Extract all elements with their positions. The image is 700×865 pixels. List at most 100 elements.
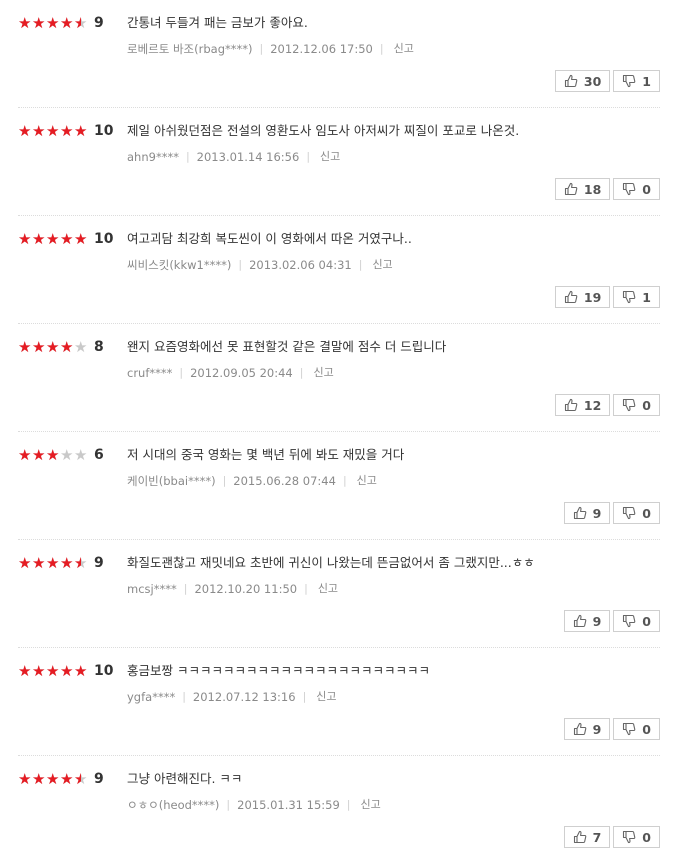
report-link[interactable]: 신고 (318, 581, 338, 597)
dislike-button[interactable]: 0 (613, 394, 660, 416)
like-button[interactable]: 18 (554, 178, 611, 200)
review-author[interactable]: 케이빈(bbai****) (127, 473, 216, 489)
vote-buttons: 18 0 (554, 178, 660, 200)
star-icon: ★★ (32, 771, 46, 787)
star-rating: ★★★★★★★★★★ (18, 15, 92, 31)
star-icon: ★★ (74, 123, 88, 139)
report-link[interactable]: 신고 (313, 365, 333, 381)
review-meta: cruf**** | 2012.09.05 20:44 | 신고 (127, 365, 334, 381)
star-icon: ★★ (60, 231, 74, 247)
star-icon: ★★ (74, 555, 88, 571)
star-icon: ★★ (18, 15, 32, 31)
review-score: 9 (94, 15, 104, 31)
review-item: ★ ★ ★ ★ ★ ★ ★ ★ ★ ★ 9 그냥 아련해진다. ㅋㅋ ㅇㅎㅇ(heod****) … (18, 756, 660, 864)
star-icon: ★★ (60, 339, 74, 355)
star-icon: ★★ (60, 123, 74, 139)
star-rating: ★★★★★★★★★★ (18, 555, 92, 571)
like-count: 9 (592, 505, 602, 521)
thumbs-up-icon (573, 614, 586, 628)
star-icon: ★★ (46, 339, 60, 355)
dislike-count: 0 (642, 721, 651, 737)
review-date: 2012.12.06 17:50 (270, 42, 373, 56)
star-icon: ★★ (60, 555, 74, 571)
vote-buttons: 30 1 (554, 70, 660, 92)
like-count: 9 (592, 613, 602, 629)
separator: | (182, 690, 186, 703)
dislike-button[interactable]: 0 (613, 610, 660, 632)
star-rating: ★★★★★★★★★★ (18, 771, 92, 787)
review-author[interactable]: ㅇㅎㅇ(heod****) (127, 797, 219, 813)
like-button[interactable]: 19 (554, 286, 611, 308)
separator: | (226, 798, 231, 811)
report-link[interactable]: 신고 (394, 41, 414, 57)
like-count: 18 (583, 181, 602, 197)
review-meta: ygfa**** | 2012.07.12 13:16 | 신고 (127, 689, 337, 705)
star-icon: ★★ (60, 771, 74, 787)
review-author[interactable]: 씨비스킷(kkw1****) (127, 257, 231, 273)
dislike-count: 1 (642, 73, 651, 89)
review-score: 6 (94, 447, 104, 463)
review-item: ★ ★ ★ ★ ★ ★ ★ ★ ★ ★ 10 여고괴담 최강희 복도씬이 이 영화에서 따온 거였… (18, 216, 660, 324)
dislike-button[interactable]: 0 (613, 718, 660, 740)
review-comment: 그냥 아련해진다. ㅋㅋ (127, 771, 243, 786)
dislike-count: 0 (642, 505, 651, 521)
report-link[interactable]: 신고 (316, 689, 336, 705)
separator: | (302, 690, 307, 703)
separator: | (346, 798, 351, 811)
star-icon: ★★ (18, 339, 32, 355)
report-link[interactable]: 신고 (357, 473, 377, 489)
star-icon: ★★ (60, 663, 74, 679)
like-count: 30 (583, 73, 602, 89)
review-item: ★ ★ ★ ★ ★ ★ ★ ★ ★ ★ 9 화질도괜찮고 재밋네요 초반에 귀신이 나왔는데 뜬금… (18, 540, 660, 648)
separator: | (306, 150, 311, 163)
vote-buttons: 7 0 (563, 826, 660, 848)
review-meta: 씨비스킷(kkw1****) | 2013.02.06 04:31 | 신고 (127, 257, 393, 273)
thumbs-up-icon (564, 290, 578, 304)
like-button[interactable]: 7 (563, 826, 611, 848)
star-icon: ★★ (60, 15, 74, 31)
review-author[interactable]: 로베르토 바조(rbag****) (127, 41, 252, 57)
star-rating: ★★★★★★★★★★ (18, 663, 92, 679)
dislike-button[interactable]: 0 (613, 502, 660, 524)
review-author[interactable]: ahn9**** (127, 149, 179, 165)
like-button[interactable]: 9 (563, 502, 611, 524)
like-button[interactable]: 30 (554, 70, 611, 92)
vote-buttons: 9 0 (563, 610, 660, 632)
review-date: 2015.01.31 15:59 (237, 798, 340, 812)
thumbs-down-icon (623, 182, 636, 196)
star-icon: ★★ (32, 555, 46, 571)
separator: | (238, 258, 243, 271)
review-date: 2012.09.05 20:44 (190, 366, 293, 380)
review-comment: 간통녀 두들겨 패는 금보가 좋아요. (127, 15, 308, 30)
like-button[interactable]: 9 (563, 718, 611, 740)
star-icon: ★★ (46, 555, 60, 571)
thumbs-down-icon (623, 506, 636, 520)
like-button[interactable]: 9 (563, 610, 611, 632)
dislike-button[interactable]: 1 (613, 70, 660, 92)
like-button[interactable]: 12 (554, 394, 611, 416)
star-icon: ★★ (74, 663, 88, 679)
star-icon: ★★ (32, 339, 46, 355)
review-author[interactable]: cruf**** (127, 365, 172, 381)
review-score: 10 (94, 231, 114, 247)
star-icon: ★★ (74, 447, 88, 463)
dislike-button[interactable]: 0 (613, 826, 660, 848)
star-icon: ★★ (18, 663, 32, 679)
star-icon: ★★ (32, 15, 46, 31)
review-meta: 로베르토 바조(rbag****) | 2012.12.06 17:50 | 신… (127, 41, 414, 57)
review-date: 2013.01.14 16:56 (196, 150, 300, 164)
review-author[interactable]: ygfa**** (127, 689, 175, 705)
review-author[interactable]: mcsj**** (127, 581, 177, 597)
separator: | (179, 366, 184, 379)
report-link[interactable]: 신고 (320, 149, 340, 165)
star-rating: ★★★★★★★★★★ (18, 447, 92, 463)
star-icon: ★★ (46, 447, 60, 463)
vote-buttons: 19 1 (554, 286, 660, 308)
dislike-button[interactable]: 0 (613, 178, 660, 200)
star-icon: ★★ (46, 15, 60, 31)
separator: | (299, 366, 304, 379)
dislike-button[interactable]: 1 (613, 286, 660, 308)
report-link[interactable]: 신고 (372, 257, 392, 273)
vote-buttons: 12 0 (554, 394, 660, 416)
report-link[interactable]: 신고 (361, 797, 381, 813)
